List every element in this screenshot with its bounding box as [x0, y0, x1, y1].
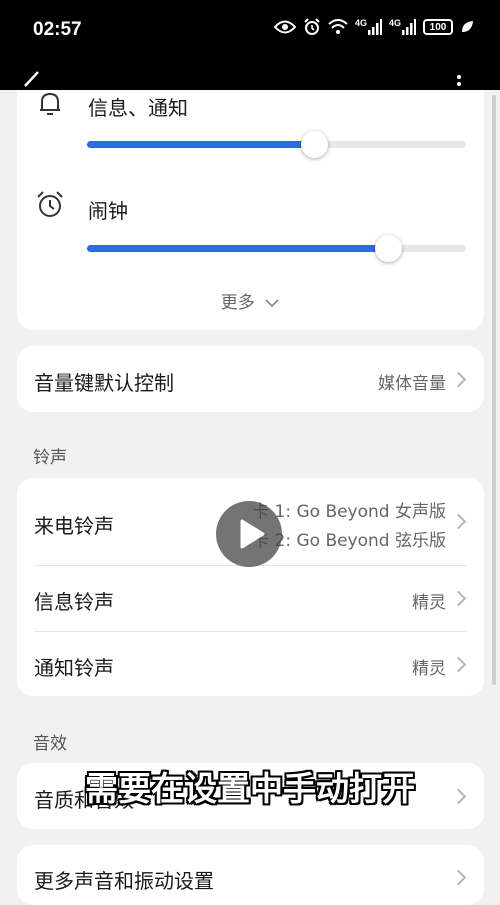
alarm-volume-slider[interactable] [87, 235, 466, 262]
notification-volume-slider[interactable] [87, 131, 466, 158]
message-ringtone-row[interactable]: 信息铃声 精灵 [17, 566, 484, 631]
signal-bars-icon [367, 19, 382, 35]
status-icons: 4G 4G 100 [273, 18, 474, 36]
eye-icon [273, 20, 296, 34]
notification-ringtone-label: 通知铃声 [34, 656, 114, 680]
notification-volume-fill [87, 141, 315, 148]
incoming-ringtone-label: 来电铃声 [34, 514, 114, 538]
bell-icon [40, 92, 60, 115]
chevron-right-icon [450, 869, 467, 886]
alarm-volume-thumb[interactable] [375, 235, 403, 262]
notification-volume-label: 信息、通知 [88, 96, 188, 120]
status-time: 02:57 [33, 19, 82, 40]
volume-key-label: 音量键默认控制 [34, 371, 174, 395]
chevron-down-icon [265, 299, 279, 308]
play-icon [240, 519, 265, 549]
notification-volume-thumb[interactable] [301, 131, 329, 158]
alarm-volume-label: 闹钟 [88, 199, 128, 223]
volume-card: 信息、通知 闹钟 更多 [17, 90, 484, 330]
ringtone-section-title: 铃声 [33, 448, 67, 468]
alarm-status-icon [304, 18, 320, 35]
more-toggle[interactable]: 更多 [17, 288, 484, 313]
volume-key-value: 媒体音量 [378, 374, 446, 394]
back-arrow-icon[interactable] [22, 70, 40, 90]
signal-2: 4G [389, 19, 416, 35]
message-ringtone-label: 信息铃声 [34, 590, 114, 614]
chevron-right-icon [450, 656, 467, 673]
alarm-volume-fill [87, 245, 389, 252]
scrollbar[interactable] [492, 95, 496, 685]
chevron-right-icon [450, 590, 467, 607]
wifi-icon [328, 19, 348, 34]
more-settings-card[interactable]: 更多声音和振动设置 [17, 845, 484, 905]
message-ringtone-value: 精灵 [412, 593, 446, 613]
network-type-1: 4G [354, 18, 367, 28]
alarm-clock-icon [37, 191, 63, 217]
video-play-button[interactable] [216, 501, 282, 567]
chevron-right-icon [450, 513, 467, 530]
battery-indicator: 100 [423, 19, 453, 35]
video-subtitle: 需要在设置中手动打开 [85, 769, 415, 808]
network-type-2: 4G [388, 18, 401, 28]
signal-bars-icon [402, 19, 416, 35]
status-bar: 02:57 4G 4G 100 [0, 0, 500, 90]
more-settings-label: 更多声音和振动设置 [34, 869, 214, 893]
signal-1: 4G [355, 19, 382, 35]
chevron-right-icon [450, 371, 467, 388]
more-label: 更多 [220, 293, 255, 313]
volume-key-card[interactable]: 音量键默认控制 媒体音量 [17, 346, 484, 412]
sound-effect-section-title: 音效 [33, 734, 67, 754]
more-options-icon[interactable] [455, 70, 463, 90]
notification-ringtone-row[interactable]: 通知铃声 精灵 [17, 632, 484, 696]
notification-ringtone-value: 精灵 [412, 659, 446, 679]
leaf-icon [462, 21, 473, 32]
